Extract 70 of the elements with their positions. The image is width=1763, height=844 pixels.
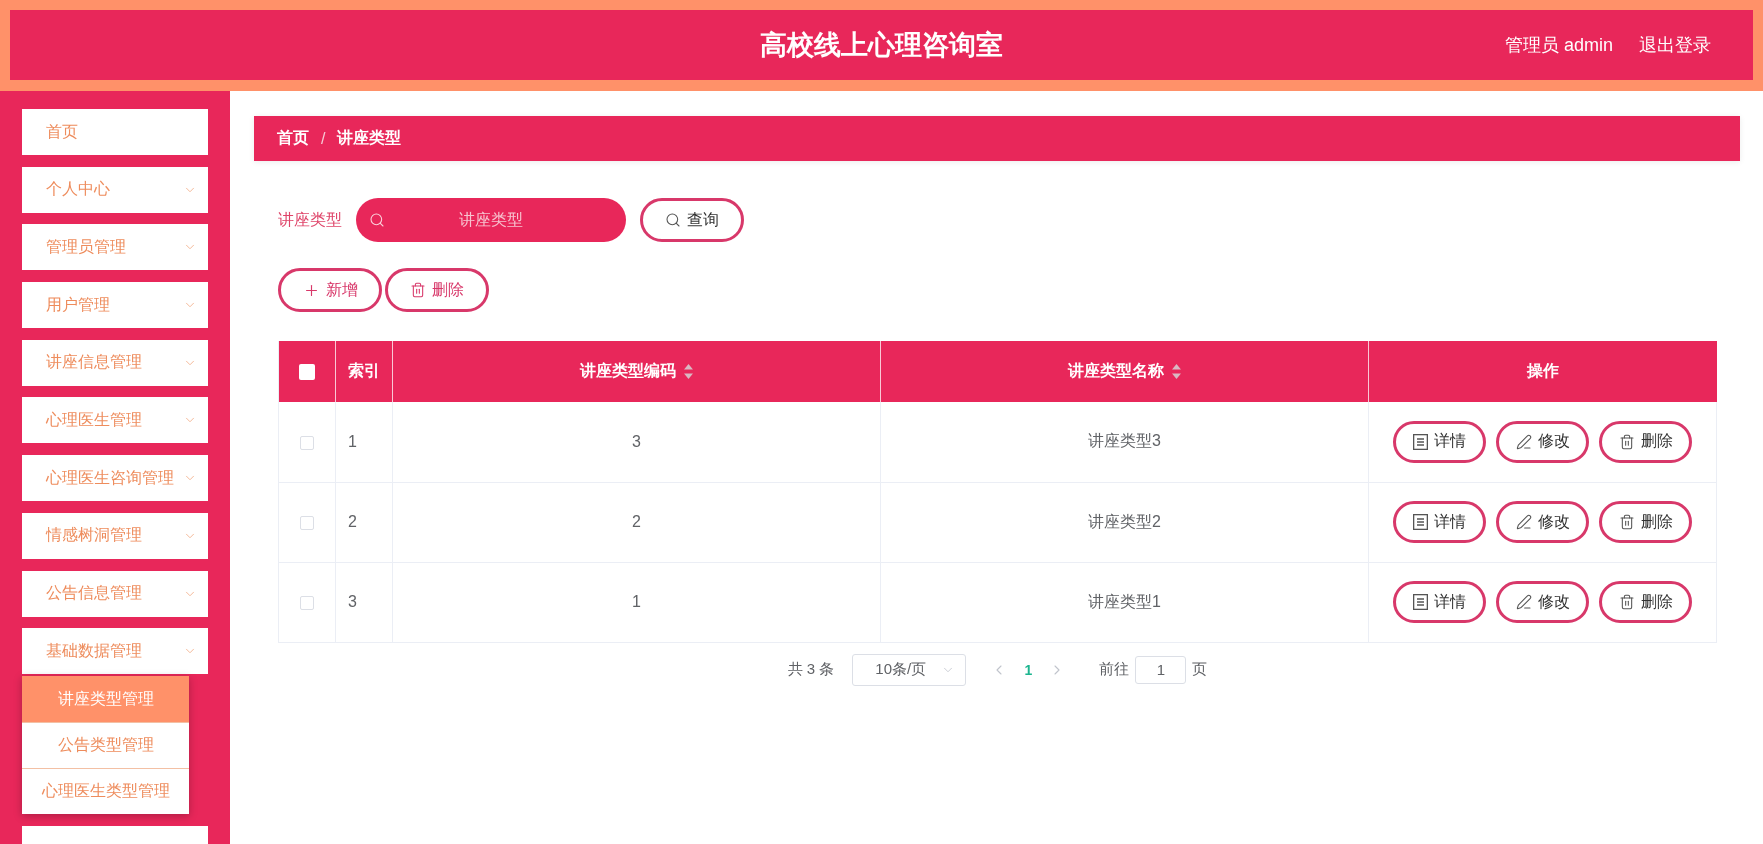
breadcrumb-current: 讲座类型 [337,128,402,148]
document-icon [1413,433,1428,450]
detail-button[interactable]: 详情 [1393,420,1486,463]
row-checkbox[interactable] [300,435,314,450]
sort-icon[interactable] [1172,364,1181,379]
pencil-icon [1515,433,1532,450]
row-checkbox[interactable] [300,515,314,530]
select-all-checkbox[interactable] [299,363,315,380]
sidebar-item[interactable]: 情感树洞管理 [22,512,208,559]
goto-page-field[interactable]: 1 [1135,655,1187,684]
table-cell: 3 [335,562,393,642]
page-suffix: 页 [1192,660,1208,679]
submenu-item[interactable]: 心理医生类型管理 [22,768,189,815]
add-button[interactable]: 新增 [278,268,382,312]
page-number[interactable]: 1 [1019,655,1038,684]
breadcrumb-link[interactable]: 首页 [277,128,309,149]
page-size-select[interactable]: 10条/页 [852,653,967,686]
trash-icon [1618,594,1635,610]
pencil-icon [1515,514,1532,530]
sidebar-item[interactable]: 心理医生咨询管理 [22,455,208,502]
edit-button[interactable]: 修改 [1496,581,1589,623]
trash-icon [1618,514,1635,530]
search-field[interactable]: 讲座类型 [356,198,626,242]
search-label: 讲座类型 [278,209,342,230]
sidebar-item[interactable]: 用户管理 [22,282,208,329]
search-icon [665,212,681,228]
submenu-item[interactable]: 公告类型管理 [22,722,189,769]
sidebar-item[interactable]: 基础数据管理 [22,628,208,675]
logout-link[interactable]: 退出登录 [1639,33,1711,57]
row-delete-button[interactable]: 删除 [1599,501,1692,543]
sidebar-item[interactable]: 讲座信息管理 [22,339,208,386]
document-icon [1413,514,1428,530]
query-button[interactable]: 查询 [640,198,744,242]
table-cell: 2 [335,482,393,562]
delete-button[interactable]: 删除 [385,268,489,312]
table-cell: 1 [392,562,881,642]
edit-button[interactable]: 修改 [1496,420,1589,463]
column-header: 讲座类型编码 [580,361,676,381]
edit-button[interactable]: 修改 [1496,501,1589,543]
row-delete-button[interactable]: 删除 [1599,581,1692,623]
trash-icon [410,282,426,298]
row-checkbox[interactable] [300,595,314,610]
goto-label: 前往 [1099,660,1130,679]
search-icon [369,212,385,228]
sidebar-item[interactable]: 心理医生管理 [22,397,208,444]
breadcrumb-separator: / [321,129,326,148]
document-icon [1413,594,1428,610]
detail-button[interactable]: 详情 [1393,501,1486,543]
column-header: 讲座类型名称 [1068,361,1164,381]
detail-button[interactable]: 详情 [1393,581,1486,623]
sidebar-item[interactable]: 个人中心 [22,166,208,213]
sidebar-item[interactable]: 管理员管理 [22,224,208,271]
admin-user-label: 管理员 admin [1504,34,1613,57]
table-cell: 2 [392,482,881,562]
sidebar-item[interactable]: 公告信息管理 [22,570,208,617]
column-header: 操作 [1526,361,1559,381]
column-header: 索引 [348,361,380,381]
sidebar-item[interactable]: 首页 [22,109,208,155]
table-cell: 3 [392,402,881,482]
row-delete-button[interactable]: 删除 [1599,420,1692,463]
table-cell: 1 [335,402,393,482]
trash-icon [1618,433,1635,450]
table-cell: 讲座类型3 [880,402,1369,482]
app-title: 高校线上心理咨询室 [760,29,1003,62]
sort-icon[interactable] [684,364,693,379]
pencil-icon [1515,594,1532,610]
total-count: 共 3 条 [787,660,835,679]
table-cell: 讲座类型2 [880,482,1369,562]
table-cell: 讲座类型1 [880,562,1369,642]
submenu-item[interactable]: 讲座类型管理 [22,676,189,723]
